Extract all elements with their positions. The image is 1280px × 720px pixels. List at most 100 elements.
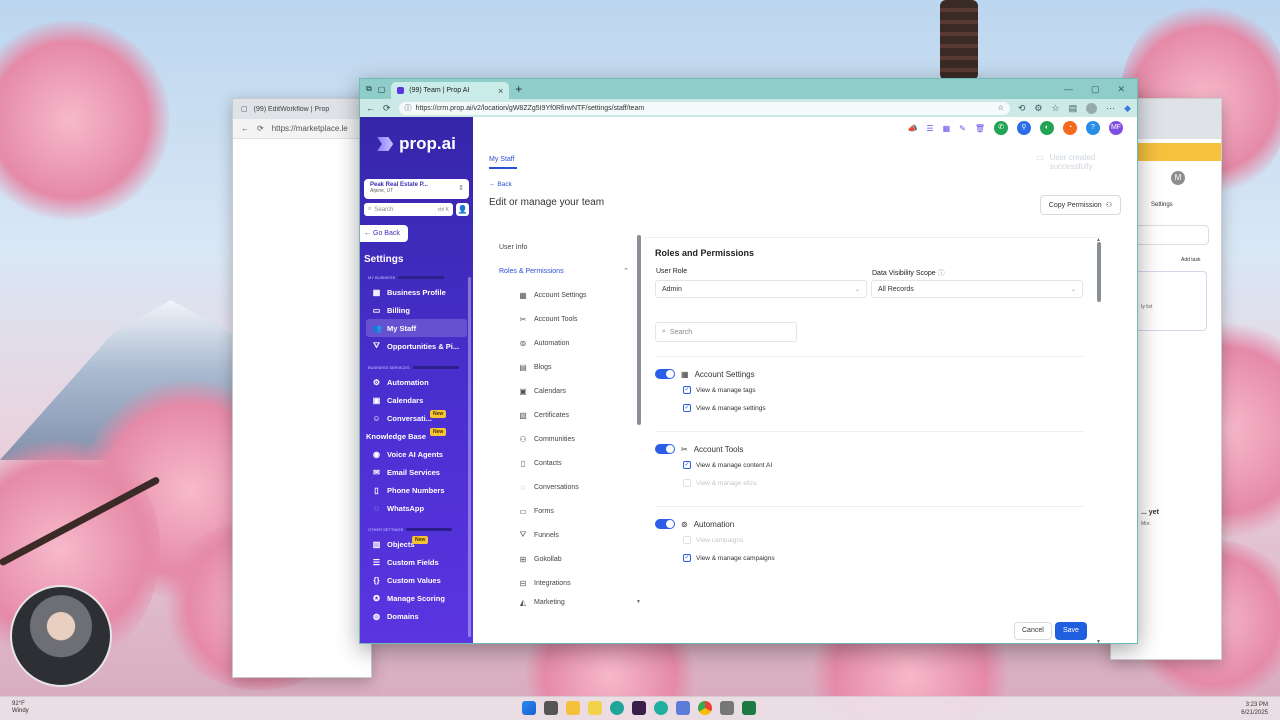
announcement-icon[interactable]: ◐ bbox=[1040, 121, 1054, 135]
subnav-item[interactable]: ⛛ Funnels bbox=[499, 523, 629, 547]
sidebar-search-input[interactable]: ⌕ Search ctrl K bbox=[364, 203, 453, 216]
panel-scrollbar[interactable] bbox=[1097, 242, 1101, 302]
add-task-button[interactable]: Add task bbox=[1181, 257, 1200, 263]
chrome-icon[interactable] bbox=[698, 701, 712, 715]
reload-icon[interactable]: ⟳ bbox=[383, 103, 391, 114]
url-field[interactable]: ⓘ https://crm.prop.ai/v2/location/gW8ZZg… bbox=[398, 101, 1010, 115]
subnav-user-info[interactable]: User Info bbox=[499, 235, 629, 259]
profile-icon[interactable] bbox=[1086, 102, 1098, 114]
subnav-item[interactable]: ▤ Blogs bbox=[499, 355, 629, 379]
permission-row[interactable]: ✓ View & manage campaigns bbox=[655, 549, 775, 567]
slack-icon[interactable] bbox=[632, 701, 646, 715]
permission-row[interactable]: ✓ View & manage settings bbox=[655, 399, 766, 417]
group-toggle[interactable] bbox=[655, 369, 675, 379]
sidebar-item-knowledge-base[interactable]: Knowledge Base New bbox=[360, 427, 473, 445]
user-role-select[interactable]: Admin ⌄ bbox=[655, 280, 867, 298]
sidebar-item-voice-ai[interactable]: ◉ Voice AI Agents bbox=[360, 445, 473, 463]
permission-row[interactable]: ✓View campaigns bbox=[655, 531, 775, 549]
task-view-icon[interactable] bbox=[544, 701, 558, 715]
excel-icon[interactable] bbox=[742, 701, 756, 715]
background-tab-title[interactable]: (99) EditWorkflow | Prop bbox=[254, 106, 330, 113]
close-window-icon[interactable]: ✕ bbox=[1117, 84, 1125, 95]
subnav-item[interactable]: ⊞ Gokollab bbox=[499, 547, 629, 571]
subnav-item[interactable]: ⊟ Integrations bbox=[499, 571, 629, 595]
subnav-item[interactable]: ✂ Account Tools bbox=[499, 307, 629, 331]
checkbox[interactable]: ✓ bbox=[683, 536, 691, 544]
main-browser-window[interactable]: ⧉ ▢ (99) Team | Prop AI × + — ▢ ✕ ← ⟳ ⓘ … bbox=[359, 78, 1138, 644]
workspaces-icon[interactable]: ⧉ bbox=[366, 84, 372, 94]
phone-call-icon[interactable]: ✆ bbox=[994, 121, 1008, 135]
quick-action-icon[interactable]: 👤 bbox=[456, 203, 469, 216]
trash-icon[interactable]: 🗑 bbox=[975, 124, 985, 133]
help-icon[interactable]: ? bbox=[1086, 121, 1100, 135]
cancel-button[interactable]: Cancel bbox=[1014, 622, 1052, 640]
tab-team[interactable]: (99) Team | Prop AI × bbox=[391, 82, 510, 99]
checkbox[interactable]: ✓ bbox=[683, 461, 691, 469]
sidebar-item-phone-numbers[interactable]: ▯ Phone Numbers bbox=[360, 481, 473, 499]
sidebar-item-my-staff[interactable]: 👥 My Staff bbox=[366, 319, 467, 337]
edge-icon[interactable] bbox=[610, 701, 624, 715]
sidebar-item-domains[interactable]: ◍ Domains bbox=[360, 607, 473, 625]
location-switcher[interactable]: Peak Real Estate P... Alpine, UT ⇕ bbox=[364, 179, 469, 199]
background-url[interactable]: https://marketplace.le bbox=[272, 124, 348, 133]
visibility-scope-select[interactable]: All Records ⌄ bbox=[871, 280, 1083, 298]
checkbox[interactable]: ✓ bbox=[683, 554, 691, 562]
background-address-bar[interactable]: ← ⟳ https://marketplace.le bbox=[233, 119, 371, 139]
checkbox[interactable]: ✓ bbox=[683, 404, 691, 412]
scroll-down-icon[interactable]: ▼ bbox=[1096, 639, 1101, 643]
subnav-item[interactable]: ◌ Conversations bbox=[499, 475, 629, 499]
sidebar-item-billing[interactable]: ▭ Billing bbox=[360, 301, 473, 319]
subnav-item[interactable]: ▣ Calendars bbox=[499, 379, 629, 403]
new-tab-button[interactable]: + bbox=[515, 82, 522, 96]
list-check-icon[interactable]: ☰ bbox=[926, 124, 933, 133]
subnav-item[interactable]: ◭ Marketing bbox=[499, 595, 629, 609]
notifications-icon[interactable]: ◔ bbox=[1063, 121, 1077, 135]
checkbox[interactable]: ✓ bbox=[683, 479, 691, 487]
megaphone-icon[interactable]: 📣 bbox=[907, 124, 917, 133]
more-icon[interactable]: ⋯ bbox=[1106, 103, 1115, 114]
link-icon[interactable]: ⚲ bbox=[1017, 121, 1031, 135]
start-icon[interactable] bbox=[522, 701, 536, 715]
file-explorer-icon[interactable] bbox=[566, 701, 580, 715]
permission-row[interactable]: ✓ View & manage content AI bbox=[655, 456, 772, 474]
system-clock[interactable]: 3:23 PM 6/21/2025 bbox=[1241, 701, 1268, 717]
subnav-item[interactable]: ⊚ Automation bbox=[499, 331, 629, 355]
background-browser-window[interactable]: ▢ (99) EditWorkflow | Prop ← ⟳ https://m… bbox=[232, 98, 372, 678]
reload-icon[interactable]: ⟳ bbox=[257, 124, 264, 133]
tab-actions-icon[interactable]: ▢ bbox=[378, 85, 386, 94]
sidebar-item-manage-scoring[interactable]: ✪ Manage Scoring bbox=[360, 589, 473, 607]
sidebar-item-business-profile[interactable]: ▦ Business Profile bbox=[360, 283, 473, 301]
settings-link[interactable]: Settings bbox=[1151, 202, 1173, 208]
sidebar-item-custom-values[interactable]: {} Custom Values bbox=[360, 571, 473, 589]
logo[interactable]: prop.ai bbox=[360, 117, 473, 171]
checkbox[interactable]: ✓ bbox=[683, 386, 691, 394]
permission-search-input[interactable]: ⌕ Search bbox=[655, 322, 797, 342]
sidebar-item-custom-fields[interactable]: ☰ Custom Fields bbox=[360, 553, 473, 571]
subnav-item[interactable]: ▭ Forms bbox=[499, 499, 629, 523]
close-tab-icon[interactable]: × bbox=[498, 86, 503, 96]
sticky-notes-icon[interactable] bbox=[588, 701, 602, 715]
go-back-button[interactable]: ← Go Back bbox=[360, 225, 408, 242]
permission-row[interactable]: ✓ View & manage tags bbox=[655, 381, 766, 399]
sidebar-item-objects[interactable]: ▥ Objects New bbox=[360, 535, 473, 553]
collections-icon[interactable]: ▤ bbox=[1069, 103, 1078, 114]
sidebar-item-calendars[interactable]: ▣ Calendars bbox=[360, 391, 473, 409]
edge-dev-icon[interactable] bbox=[654, 701, 668, 715]
group-toggle[interactable] bbox=[655, 519, 675, 529]
subnav-item[interactable]: ⚇ Communities bbox=[499, 427, 629, 451]
settings-app-icon[interactable] bbox=[676, 701, 690, 715]
extension-icon[interactable]: ⚙ bbox=[1034, 103, 1042, 114]
sidebar-item-opportunities[interactable]: ⛛ Opportunities & Pi... bbox=[360, 337, 473, 355]
favorite-star-icon[interactable]: ☆ bbox=[998, 104, 1004, 112]
sidebar-item-automation[interactable]: ⚙ Automation bbox=[360, 373, 473, 391]
subnav-item[interactable]: ▦ Account Settings bbox=[499, 283, 629, 307]
subnav-item[interactable]: ▧ Certificates bbox=[499, 403, 629, 427]
save-button[interactable]: Save bbox=[1055, 622, 1087, 640]
permission-row[interactable]: ✓View & manage eliza bbox=[655, 474, 772, 492]
copilot-icon[interactable]: ◆ bbox=[1124, 103, 1131, 114]
user-avatar[interactable]: MF bbox=[1109, 121, 1123, 135]
weather-widget[interactable]: 92°F Windy bbox=[12, 701, 29, 715]
edit-icon[interactable]: ✎ bbox=[959, 124, 966, 133]
back-icon[interactable]: ← bbox=[366, 103, 375, 113]
sidebar-item-whatsapp[interactable]: ◌ WhatsApp bbox=[360, 499, 473, 517]
